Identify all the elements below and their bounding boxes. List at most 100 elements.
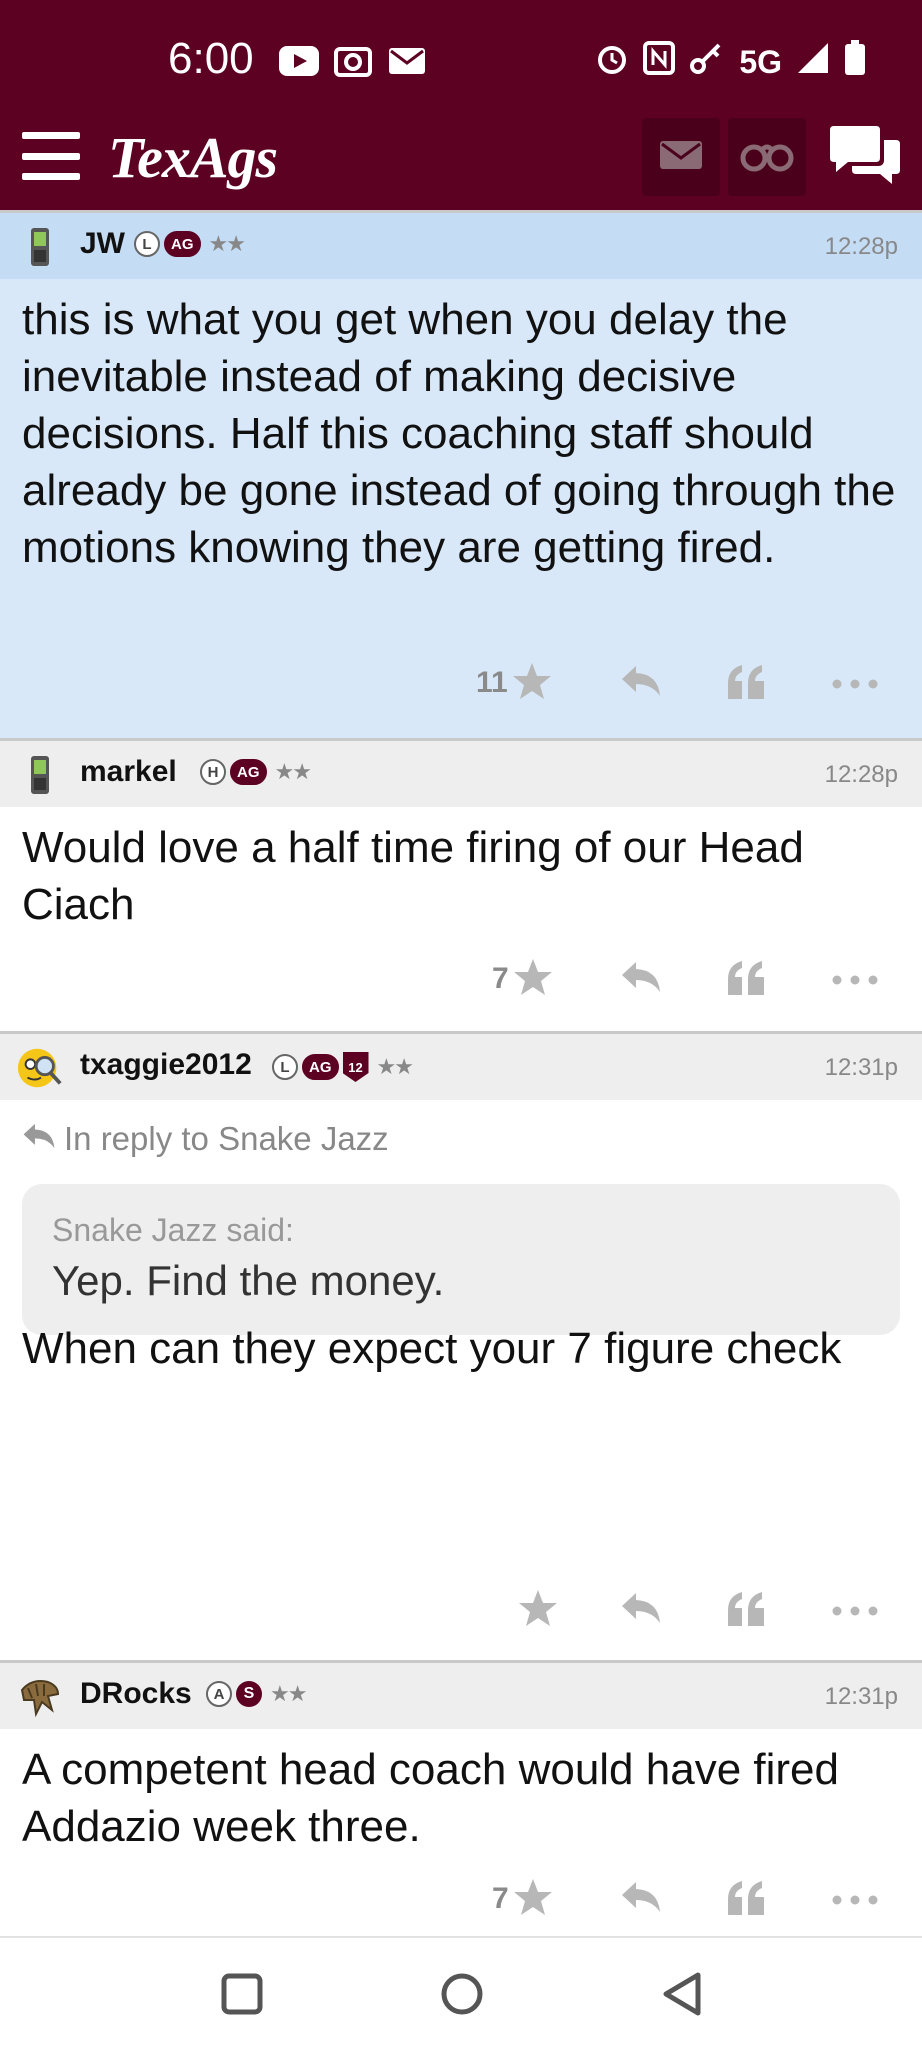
more-icon <box>832 1601 878 1620</box>
badge-ag: AG <box>164 231 201 257</box>
username[interactable]: JW <box>80 227 125 261</box>
username[interactable]: DRocks <box>80 1677 192 1711</box>
app-header: TexAgs <box>0 118 922 210</box>
youtube-icon <box>278 44 320 78</box>
back-icon <box>660 1971 704 2021</box>
badge-ag: AG <box>230 759 267 785</box>
in-reply-to-label: In reply to Snake Jazz <box>64 1120 389 1157</box>
signal-icon <box>796 41 830 83</box>
post-body: When can they expect your 7 figure check <box>22 1324 842 1373</box>
quote-icon <box>726 959 766 999</box>
star-icon <box>518 1589 558 1631</box>
more-icon <box>832 970 878 989</box>
texags-logo[interactable]: TexAgs <box>108 124 278 191</box>
quote-icon <box>726 1879 766 1919</box>
reply-button[interactable] <box>620 955 662 1003</box>
more-button[interactable] <box>832 955 878 1003</box>
badge-a: A <box>206 1681 232 1707</box>
top-bar: 6:00 5G TexAgs <box>0 0 922 210</box>
badge-12th-man: 12 <box>342 1052 369 1082</box>
reply-icon <box>620 664 662 702</box>
post-body: A competent head coach would have fired … <box>22 1745 839 1851</box>
reply-button[interactable] <box>620 659 662 707</box>
home-button[interactable] <box>432 1966 492 2026</box>
post: txaggie2012 L AG 12 ★★ 12:31p In reply t… <box>0 1031 922 1660</box>
reply-icon <box>620 1880 662 1918</box>
post-header: txaggie2012 L AG 12 ★★ 12:31p <box>0 1034 922 1100</box>
chat-button[interactable] <box>826 124 904 190</box>
quote-button[interactable] <box>726 659 766 707</box>
user-badges: L AG 12 ★★ <box>272 1052 414 1082</box>
recents-icon <box>220 1972 264 2020</box>
star-icon <box>513 958 553 1000</box>
menu-icon[interactable] <box>22 132 80 180</box>
chat-icon <box>826 126 904 192</box>
quote-button[interactable] <box>726 1586 766 1634</box>
badge-s: S <box>236 1681 262 1707</box>
key-icon <box>689 41 725 83</box>
badge-h: H <box>200 759 226 785</box>
quote-author: Snake Jazz said: <box>52 1212 294 1248</box>
post-header: JW L AG ★★ 12:28p <box>0 213 922 279</box>
like-button[interactable]: 11 <box>476 659 552 707</box>
quote-button[interactable] <box>726 955 766 1003</box>
rank-stars: ★★ <box>208 231 246 257</box>
star-icon <box>513 1878 553 1920</box>
status-time: 6:00 <box>168 34 254 83</box>
more-button[interactable] <box>832 1586 878 1634</box>
more-button[interactable] <box>832 1875 878 1923</box>
post-actions <box>0 1568 922 1654</box>
more-button[interactable] <box>832 659 878 707</box>
recents-button[interactable] <box>212 1966 272 2026</box>
more-icon <box>832 674 878 693</box>
like-button[interactable]: 7 <box>492 1875 553 1923</box>
thread-feed: JW L AG ★★ 12:28p this is what you get w… <box>0 210 922 1940</box>
rank-stars: ★★ <box>274 759 312 785</box>
armadillo-avatar-icon <box>16 1675 64 1719</box>
username[interactable]: markel <box>80 755 177 789</box>
in-reply-to[interactable]: In reply to Snake Jazz <box>0 1100 922 1158</box>
like-button[interactable]: 7 <box>492 955 553 1003</box>
detective-avatar-icon <box>16 1046 64 1090</box>
watch-button[interactable] <box>728 118 806 196</box>
post: DRocks A S ★★ 12:31p A competent head co… <box>0 1660 922 1940</box>
quote-button[interactable] <box>726 1875 766 1923</box>
camera-icon <box>334 44 372 78</box>
reply-icon <box>620 1591 662 1629</box>
post-body: this is what you get when you delay the … <box>22 295 896 572</box>
post-header: markel H AG ★★ 12:28p <box>0 741 922 807</box>
user-badges: A S ★★ <box>206 1681 307 1707</box>
home-icon <box>439 1971 485 2021</box>
messages-button[interactable] <box>642 118 720 196</box>
like-button[interactable] <box>518 1586 558 1634</box>
more-icon <box>832 1890 878 1909</box>
like-count: 11 <box>476 666 508 699</box>
network-label: 5G <box>739 43 782 80</box>
post: markel H AG ★★ 12:28p Would love a half … <box>0 738 922 1031</box>
reply-button[interactable] <box>620 1586 662 1634</box>
post-actions: 7 <box>0 937 922 1023</box>
battery-icon <box>844 40 866 84</box>
user-badges: L AG ★★ <box>134 231 246 257</box>
nfc-icon <box>643 41 676 83</box>
reply-button[interactable] <box>620 1875 662 1923</box>
post-actions: 11 <box>0 641 922 727</box>
post-body: Would love a half time firing of our Hea… <box>22 823 804 929</box>
username[interactable]: txaggie2012 <box>80 1048 252 1082</box>
phone-avatar-icon <box>16 225 64 269</box>
reply-icon <box>620 960 662 998</box>
mail-icon <box>388 44 426 78</box>
post-time: 12:31p <box>824 1054 898 1081</box>
badge-ag: AG <box>302 1054 339 1080</box>
post-time: 12:31p <box>824 1683 898 1710</box>
quote-icon <box>726 663 766 703</box>
rank-stars: ★★ <box>270 1681 307 1707</box>
binoculars-icon <box>740 138 794 176</box>
like-count: 7 <box>492 962 509 995</box>
status-bar: 6:00 5G <box>0 0 922 120</box>
back-button[interactable] <box>652 1966 712 2026</box>
post-actions: 7 <box>0 1857 922 1943</box>
badge-l: L <box>272 1054 298 1080</box>
post-time: 12:28p <box>824 761 898 788</box>
system-nav-bar <box>0 1936 922 2048</box>
